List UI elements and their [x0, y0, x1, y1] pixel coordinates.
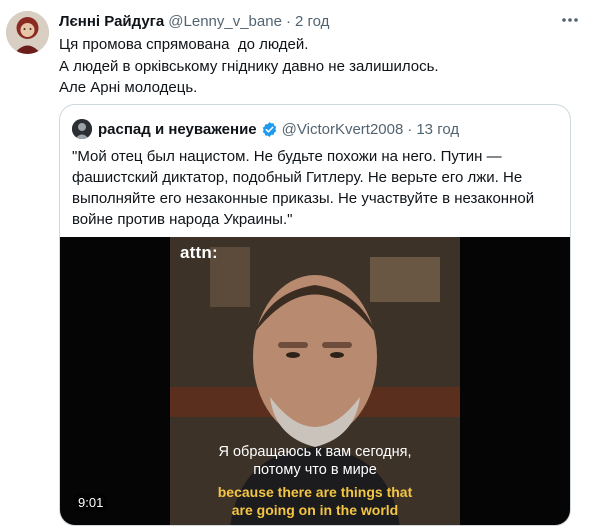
more-options-button[interactable] — [558, 9, 582, 31]
quoted-tweet-text: "Мой отец был нацистом. Не будьте похожи… — [72, 146, 562, 230]
quoted-tweet-header: распад и неуважение @VictorKvert2008 · 1… — [72, 118, 459, 140]
user-avatar[interactable] — [6, 11, 49, 54]
subtitle-line-en: because there are things that — [217, 484, 413, 500]
subtitle-line: потому что в мире — [253, 462, 377, 478]
avatar-image — [6, 11, 49, 54]
quoted-text-line: выполняйте его незаконные приказы. Не уч… — [72, 190, 535, 207]
tweet-time[interactable]: 2 год — [295, 13, 329, 30]
tweet-header: Лєнні Райдуга @Lenny_v_bane · 2 год — [59, 11, 329, 31]
dot-separator: · — [285, 12, 291, 30]
dot-separator: · — [407, 120, 413, 138]
more-horizontal-icon — [562, 18, 578, 22]
tweet-text-line: А людей в орківському гніднику давно не … — [59, 57, 439, 75]
quoted-text-line: войне против народа Украины." — [72, 211, 293, 228]
quoted-display-name: распад и неуважение — [98, 120, 257, 138]
quoted-user-handle: @VictorKvert2008 — [281, 120, 404, 138]
subtitle-line-en: are going on in the world — [231, 502, 399, 518]
tweet-text-line: Ця промова спрямована до людей. — [59, 36, 309, 53]
video-player[interactable]: attn: Я обращаюсь к вам сегодня, потому … — [60, 237, 570, 525]
verified-badge-icon — [262, 121, 276, 137]
tweet-text: Ця промова спрямована до людей. А людей … — [59, 34, 579, 99]
quoted-user-avatar — [72, 119, 92, 139]
quoted-text-line: фашистский диктатор, подобный Гитлеру. Н… — [72, 169, 523, 186]
video-watermark: attn: — [180, 243, 218, 262]
display-name[interactable]: Лєнні Райдуга — [59, 13, 164, 30]
quoted-tweet-time: 13 год — [416, 120, 460, 138]
quoted-tweet-card[interactable]: распад и неуважение @VictorKvert2008 · 1… — [59, 104, 571, 526]
quoted-text-line: "Мой отец был нацистом. Не будьте похожи… — [72, 148, 502, 165]
user-handle[interactable]: @Lenny_v_bane — [168, 13, 282, 30]
subtitle-line: Я обращаюсь к вам сегодня, — [218, 444, 412, 460]
tweet-text-line: Але Арні молодець. — [59, 79, 198, 96]
quoted-avatar-image — [72, 119, 92, 139]
video-duration: 9:01 — [74, 494, 108, 511]
